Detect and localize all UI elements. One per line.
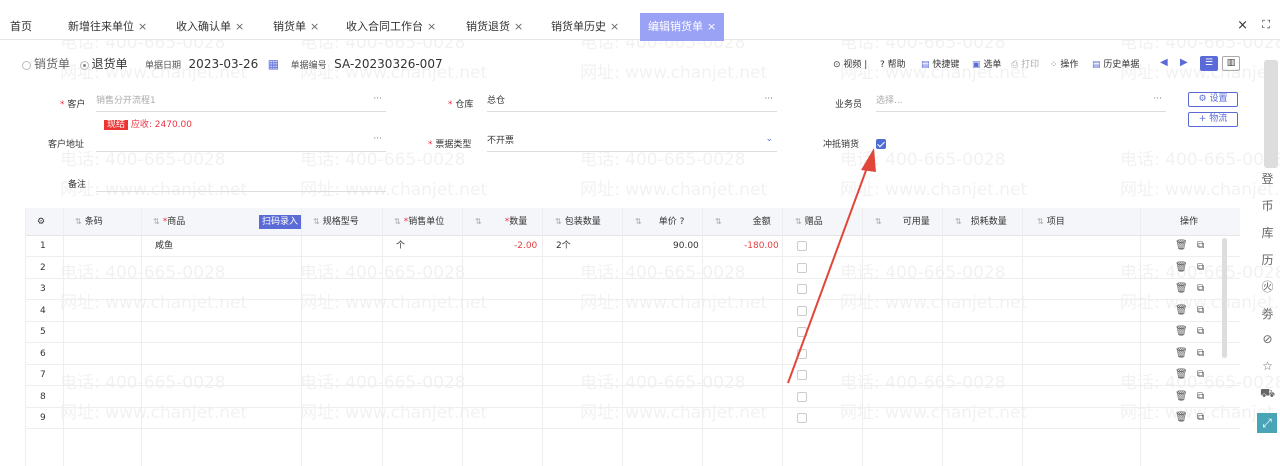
app-window: 电话: 400-665-0028 网址: www.chanjet.net 电话: 4… bbox=[0, 0, 1280, 466]
annotation-arrow bbox=[787, 148, 876, 384]
